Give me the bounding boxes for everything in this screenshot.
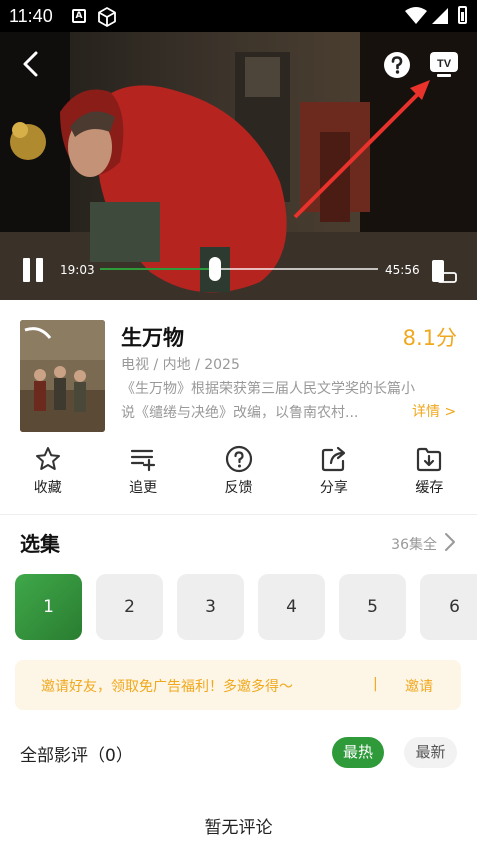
progress-handle[interactable]	[209, 257, 221, 281]
share-button[interactable]: 分享	[286, 445, 381, 503]
status-time: 11:40	[9, 6, 53, 26]
show-info: 生万物 8.1分 电视 / 内地 / 2025 《生万物》根据荣获第三届人民文学…	[0, 300, 477, 435]
description-line-2: 说《缱绻与决绝》改编，以鲁南农村...	[121, 405, 359, 421]
poster-image[interactable]	[20, 320, 105, 432]
description-line-1: 《生万物》根据荣获第三届人民文学奖的长篇小	[121, 381, 415, 397]
episode-button[interactable]: 2	[96, 574, 163, 640]
svg-text:TV: TV	[437, 58, 452, 70]
episode-button[interactable]: 3	[177, 574, 244, 640]
status-bar: 11:40 A	[0, 0, 477, 32]
favorite-button[interactable]: 收藏	[0, 445, 95, 503]
playlist-add-icon	[131, 449, 156, 472]
show-title: 生万物	[121, 326, 184, 350]
signal-icon	[432, 8, 448, 24]
battery-icon	[458, 6, 467, 24]
download-label: 缓存	[415, 480, 444, 496]
show-description: 《生万物》根据荣获第三届人民文学奖的长篇小 说《缱绻与决绝》改编，以鲁南农村..…	[121, 377, 461, 425]
section-divider	[0, 514, 477, 515]
sort-new-tab[interactable]: 最新	[404, 737, 457, 768]
share-icon	[321, 446, 346, 472]
video-player[interactable]: TV 19:03 45:56	[0, 32, 477, 300]
rotate-screen-icon[interactable]	[430, 258, 458, 284]
share-label: 分享	[319, 480, 348, 496]
no-reviews-text: 暂无评论	[204, 818, 273, 838]
download-button[interactable]: 缓存	[382, 445, 477, 503]
invite-text: 邀请好友，领取免广告福利！多邀多得～	[41, 679, 293, 695]
pause-icon[interactable]	[20, 256, 46, 284]
invite-banner: 邀请好友，领取免广告福利！多邀多得～ | 邀请	[15, 660, 461, 710]
sort-hot-tab[interactable]: 最热	[332, 737, 384, 768]
back-arrow-icon[interactable]	[16, 48, 48, 80]
show-meta: 电视 / 内地 / 2025	[121, 357, 240, 373]
feedback-button[interactable]: 反馈	[191, 445, 286, 503]
current-time: 19:03	[60, 263, 95, 277]
favorite-label: 收藏	[33, 480, 62, 496]
follow-label: 追更	[129, 480, 158, 496]
episode-button[interactable]: 4	[258, 574, 325, 640]
cube-icon	[98, 7, 116, 27]
star-icon	[35, 447, 60, 470]
duration-time: 45:56	[385, 263, 420, 277]
invite-separator: |	[373, 676, 378, 692]
notification-a-icon: A	[72, 9, 86, 23]
wifi-icon	[405, 7, 427, 24]
show-score: 8.1分	[402, 326, 457, 350]
episode-button[interactable]: 1	[15, 574, 82, 640]
chevron-right-icon[interactable]	[443, 532, 457, 552]
episode-button[interactable]: 5	[339, 574, 406, 640]
progress-fill	[100, 268, 214, 270]
help-circle-icon	[225, 445, 252, 473]
episodes-title: 选集	[20, 532, 60, 556]
feedback-label: 反馈	[224, 480, 253, 496]
download-folder-icon	[417, 447, 442, 472]
episodes-total[interactable]: 36集全	[391, 534, 437, 554]
details-link[interactable]: 详情 >	[412, 401, 456, 421]
episode-list: 1 2 3 4 5 6	[15, 574, 477, 640]
invite-button[interactable]: 邀请	[405, 676, 433, 696]
annotation-arrow	[293, 80, 430, 219]
progress-track[interactable]	[100, 268, 378, 270]
action-bar: 收藏 追更 反馈 分享 缓存	[0, 445, 477, 503]
follow-button[interactable]: 追更	[95, 445, 190, 503]
reviews-title: 全部影评（0）	[20, 746, 133, 766]
episode-button[interactable]: 6	[420, 574, 477, 640]
